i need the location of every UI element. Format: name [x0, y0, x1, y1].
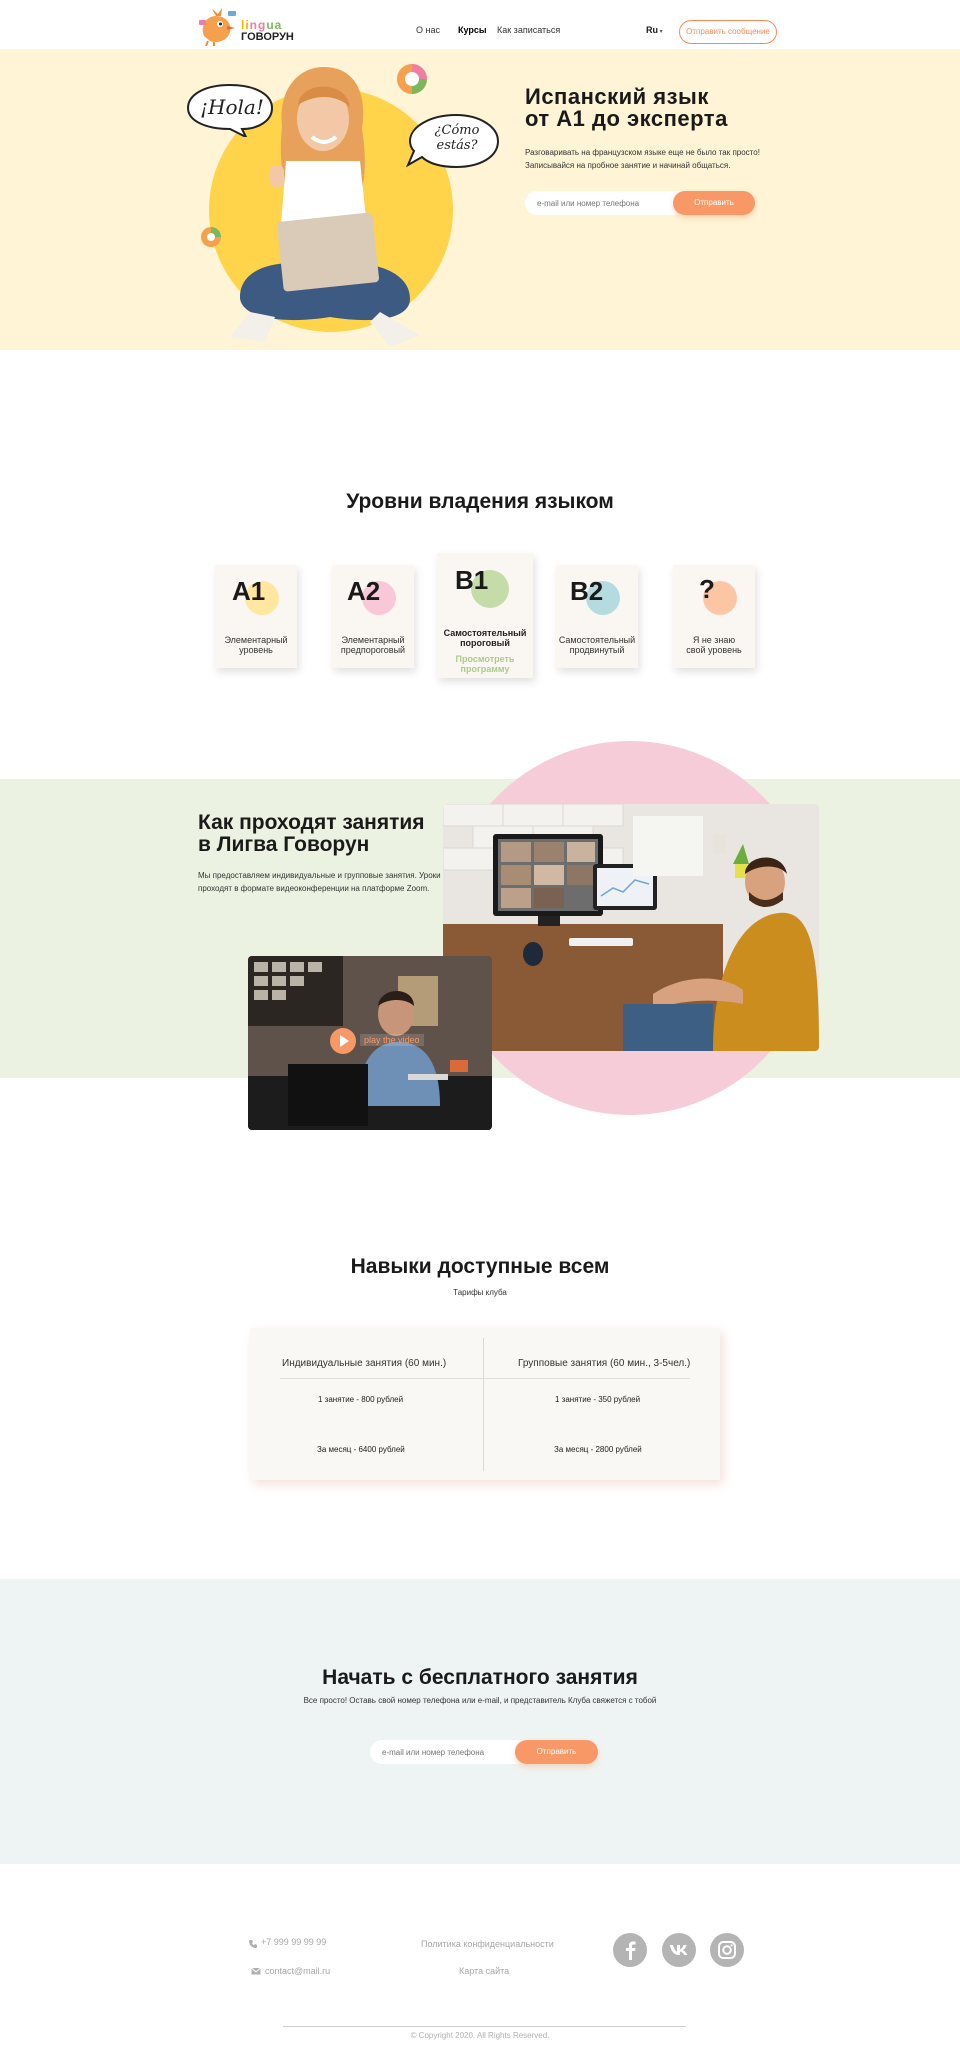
play-icon[interactable]	[330, 1028, 356, 1054]
play-video-label[interactable]: play the video	[360, 1034, 424, 1046]
small-colorful-badge-icon	[201, 227, 221, 247]
free-lesson-send-button[interactable]: Отправить	[515, 1740, 598, 1764]
level-name-line-2: предпороговый	[340, 645, 406, 655]
level-name-line-1: Элементарный	[224, 635, 288, 645]
hero-subtitle-line-2: Записывайся на пробное занятие и начинай…	[525, 161, 731, 170]
free-lesson-form: Отправить	[370, 1740, 598, 1764]
level-card-unknown[interactable]: ? Я не знаю свой уровень	[673, 565, 755, 668]
hero-section: ¡Hola! ¿Cómo estás? Испанский язык от А1…	[0, 49, 960, 350]
sitemap-link[interactable]: Карта сайта	[459, 1966, 509, 1976]
video-call-photo	[443, 804, 819, 1051]
level-name-line-2: пороговый	[460, 638, 510, 648]
facebook-icon[interactable]	[613, 1933, 647, 1967]
hero-contact-form: Отправить	[525, 191, 755, 215]
view-program-line-1: Просмотреть	[455, 654, 515, 664]
level-code: A1	[232, 576, 266, 606]
como-text: ¿Cómo	[434, 123, 480, 138]
mail-icon	[251, 1967, 261, 1975]
level-name: Элементарный уровень	[215, 635, 297, 655]
nav-about[interactable]: О нас	[416, 25, 440, 35]
level-code: B1	[455, 565, 489, 595]
level-name-line-2: уровень	[239, 645, 273, 655]
level-name-line-1: Я не знаю	[692, 635, 736, 645]
pricing-subtitle: Тарифы клуба	[453, 1288, 507, 1297]
lessons-description: Мы предоставляем индивидуальные и группо…	[198, 871, 441, 893]
pricing-title: Навыки доступные всем	[350, 1255, 610, 1278]
pricing-horizontal-divider	[280, 1378, 690, 1379]
level-card-a2[interactable]: A2 Элементарный предпороговый	[332, 565, 414, 668]
pricing-individual-monthly: За месяц - 6400 рублей	[317, 1445, 405, 1454]
logo-word-govorun: ГОВОРУН	[241, 31, 294, 43]
send-message-button[interactable]: Отправить сообщение	[679, 20, 777, 44]
level-name: Я не знаю свой уровень	[673, 635, 755, 655]
level-name: Самостоятельный пороговый	[437, 628, 533, 648]
hero-title: Испанский язык от А1 до эксперта	[525, 86, 728, 130]
pricing-group-heading: Групповые занятия (60 мин., 3-5чел.)	[518, 1358, 691, 1369]
level-name: Элементарный предпороговый	[332, 635, 414, 655]
chevron-down-icon: ▾	[658, 29, 663, 35]
video-thumbnail[interactable]: play the video	[248, 956, 492, 1130]
lessons-title-line-1: Как проходят занятия	[198, 811, 425, 834]
hero-send-button[interactable]: Отправить	[673, 191, 755, 215]
hero-title-line-2: от А1 до эксперта	[525, 106, 728, 131]
level-code: ?	[699, 574, 715, 604]
level-name-line-1: Элементарный	[341, 635, 405, 645]
privacy-policy-link[interactable]: Политика конфиденциальности	[421, 1939, 554, 1949]
level-card-b2[interactable]: B2 Самостоятельный продвинутый	[556, 565, 638, 668]
hola-speech-bubble: ¡Hola!	[186, 81, 274, 137]
footer-email[interactable]: contact@mail.ru	[265, 1966, 330, 1976]
phone-icon	[249, 1940, 257, 1948]
level-name-line-2: продвинутый	[569, 645, 625, 655]
footer-phone[interactable]: +7 999 99 99 99	[261, 1937, 326, 1947]
estas-text: estás?	[436, 138, 478, 153]
level-name-line-2: свой уровень	[686, 645, 742, 655]
level-name-line-1: Самостоятельный	[558, 635, 636, 645]
free-lesson-title: Начать с бесплатного занятия	[322, 1666, 638, 1689]
level-code: A2	[347, 576, 381, 606]
vk-icon[interactable]	[662, 1933, 696, 1967]
footer-divider	[283, 2026, 686, 2027]
pricing-group-monthly: За месяц - 2800 рублей	[554, 1445, 642, 1454]
hero-subtitle: Разговаривать на французском языке еще н…	[525, 146, 785, 172]
nav-courses[interactable]: Курсы	[458, 25, 487, 35]
bird-logo-icon	[199, 8, 236, 46]
instagram-icon[interactable]	[710, 1933, 744, 1967]
lessons-title-line-2: в Лигва Говорун	[198, 833, 370, 856]
nav-how-to-enroll[interactable]: Как записаться	[497, 25, 560, 35]
logo[interactable]: lingua ГОВОРУН	[198, 6, 294, 48]
level-card-b1[interactable]: B1 Самостоятельный пороговый Просмотреть п…	[437, 553, 533, 678]
pricing-individual-heading: Индивидуальные занятия (60 мин.)	[282, 1358, 447, 1369]
free-lesson-subtitle: Все просто! Оставь свой номер телефона и…	[303, 1696, 657, 1705]
level-name-line-1: Самостоятельный	[443, 628, 527, 638]
colorful-badge-icon	[397, 64, 427, 94]
pricing-card: Индивидуальные занятия (60 мин.) Группов…	[250, 1328, 720, 1480]
pricing-vertical-divider	[483, 1338, 484, 1471]
level-name: Самостоятельный продвинутый	[556, 635, 638, 655]
level-code: B2	[570, 576, 604, 606]
hero-title-line-1: Испанский язык	[525, 84, 709, 109]
copyright: © Copyright 2020. All Rights Reserved.	[410, 2031, 550, 2040]
logo-word-lingua: lingua	[241, 18, 283, 32]
free-lesson-section	[0, 1579, 960, 1864]
language-switcher[interactable]: Ru ▾	[646, 25, 663, 35]
level-card-a1[interactable]: A1 Элементарный уровень	[215, 565, 297, 668]
site-header: lingua ГОВОРУН О нас Курсы Как записатьс…	[0, 0, 960, 49]
hola-text: ¡Hola!	[200, 95, 264, 119]
como-estas-speech-bubble: ¿Cómo estás?	[404, 113, 500, 171]
hero-subtitle-line-1: Разговаривать на французском языке еще н…	[525, 148, 760, 157]
como-estas-text: ¿Cómo estás?	[426, 123, 488, 153]
lessons-title: Как проходят занятия в Лигва Говорун	[198, 812, 425, 856]
view-program-line-2: программу	[460, 664, 510, 674]
view-program-link[interactable]: Просмотреть программу	[437, 654, 533, 674]
pricing-group-single: 1 занятие - 350 рублей	[555, 1395, 641, 1404]
pricing-individual-single: 1 занятие - 800 рублей	[318, 1395, 404, 1404]
levels-title: Уровни владения языком	[346, 490, 614, 513]
